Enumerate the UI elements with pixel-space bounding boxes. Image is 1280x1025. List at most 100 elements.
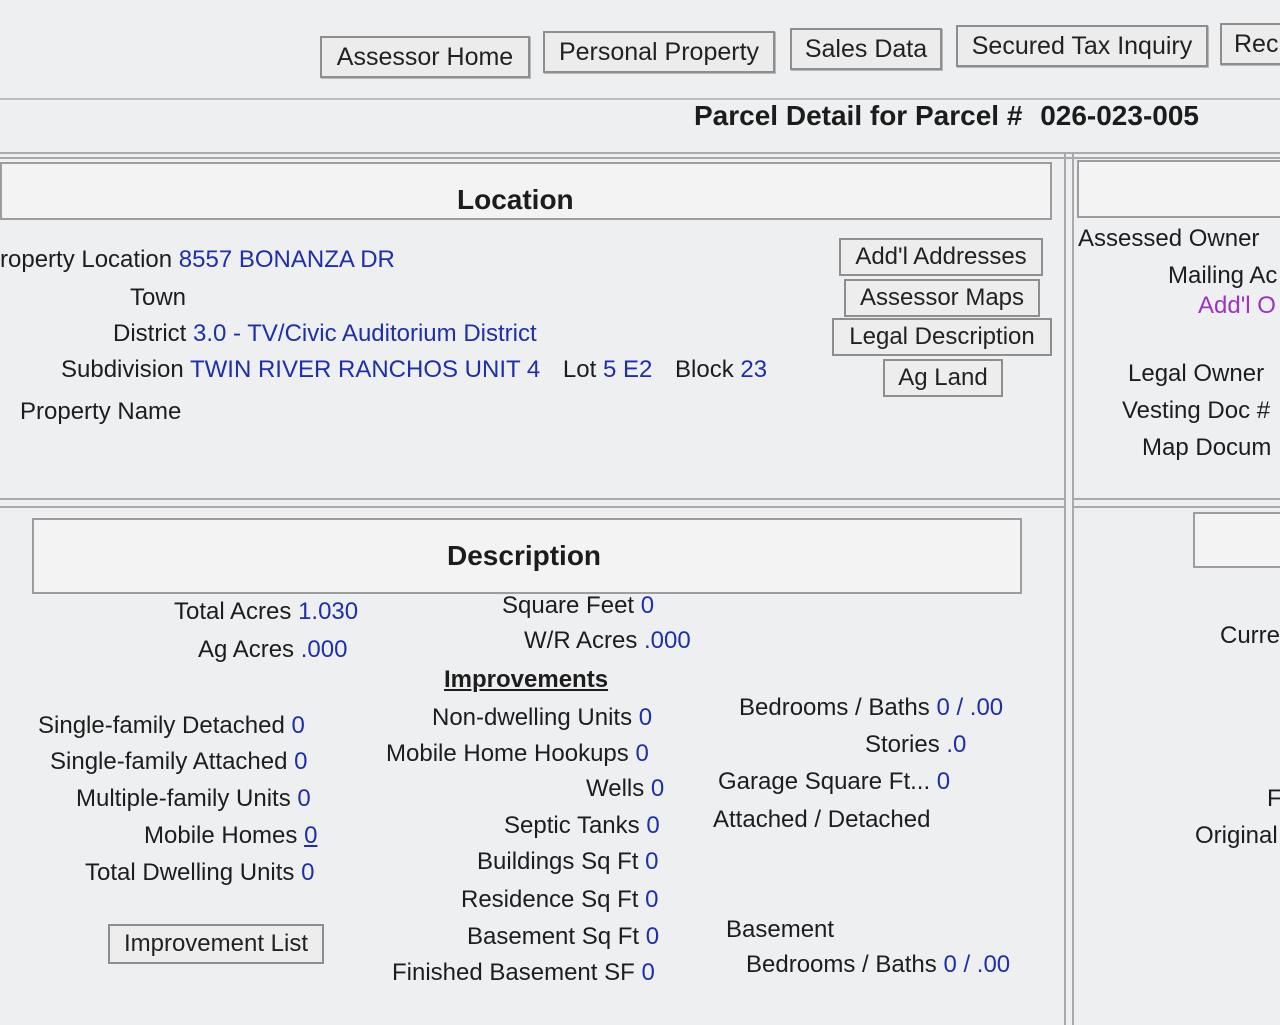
sf-detached-row: Single-family Detached 0 bbox=[38, 712, 305, 740]
residence-sqft-label: Residence Sq Ft bbox=[461, 886, 639, 913]
parcel-number: 026-023-005 bbox=[1040, 100, 1199, 131]
mobile-hookups-label: Mobile Home Hookups bbox=[386, 740, 629, 767]
basement-bed-bath-row: Bedrooms / Baths 0 / .00 bbox=[746, 951, 1010, 979]
basement-sqft-value: 0 bbox=[645, 923, 660, 950]
total-acres-value: 1.030 bbox=[298, 598, 359, 625]
property-name-label: Property Name bbox=[20, 398, 182, 425]
stories-value: .0 bbox=[946, 731, 967, 758]
block-label: Block bbox=[675, 356, 734, 383]
bed-bath-value: 0 / .00 bbox=[936, 694, 1004, 721]
district-row: District 3.0 - TV/Civic Auditorium Distr… bbox=[113, 320, 537, 348]
vesting-doc-label: Vesting Doc # bbox=[1122, 397, 1271, 424]
assessor-maps-button[interactable]: Assessor Maps bbox=[844, 279, 1040, 317]
wr-acres-row: W/R Acres .000 bbox=[524, 627, 691, 655]
legal-description-button[interactable]: Legal Description bbox=[832, 318, 1052, 356]
mobile-homes-label: Mobile Homes bbox=[144, 822, 298, 849]
square-feet-value: 0 bbox=[640, 592, 655, 619]
septic-value: 0 bbox=[646, 812, 660, 839]
addl-addresses-button[interactable]: Add'l Addresses bbox=[839, 238, 1043, 276]
mailing-address-label: Mailing Ac bbox=[1168, 262, 1278, 289]
residence-sqft-value: 0 bbox=[645, 886, 659, 913]
subdivision-label: Subdivision bbox=[61, 356, 184, 383]
improvement-list-button[interactable]: Improvement List bbox=[108, 924, 324, 964]
column-divider-2 bbox=[1072, 152, 1074, 1025]
lot-label: Lot bbox=[562, 356, 597, 383]
current-label: Curre bbox=[1220, 622, 1280, 649]
header-divider bbox=[0, 152, 1280, 154]
owner-header-box bbox=[1077, 160, 1280, 218]
bed-bath-row: Bedrooms / Baths 0 / .00 bbox=[739, 694, 1003, 722]
description-title: Description bbox=[447, 540, 602, 571]
sales-data-button[interactable]: Sales Data bbox=[790, 28, 942, 70]
location-bottom-divider-2 bbox=[0, 506, 1066, 508]
subdivision-value: TWIN RIVER RANCHOS UNIT 4 bbox=[189, 356, 541, 383]
basement-sqft-label: Basement Sq Ft bbox=[467, 923, 640, 950]
total-dwelling-label: Total Dwelling Units bbox=[85, 859, 295, 886]
buildings-sqft-value: 0 bbox=[645, 848, 659, 875]
stories-label: Stories bbox=[865, 731, 940, 758]
basement-label: Basement bbox=[726, 916, 835, 943]
sf-detached-label: Single-family Detached bbox=[38, 712, 285, 739]
mobile-hookups-row: Mobile Home Hookups 0 bbox=[386, 740, 649, 768]
legal-owner-label: Legal Owner bbox=[1128, 360, 1265, 387]
square-feet-row: Square Feet 0 bbox=[502, 592, 654, 620]
sf-attached-row: Single-family Attached 0 bbox=[50, 748, 308, 776]
sf-attached-label: Single-family Attached bbox=[50, 748, 288, 775]
wr-acres-label: W/R Acres bbox=[524, 627, 638, 654]
total-acres-label: Total Acres bbox=[174, 598, 292, 625]
personal-property-button[interactable]: Personal Property bbox=[543, 31, 775, 73]
multi-family-row: Multiple-family Units 0 bbox=[76, 785, 311, 813]
owner-bottom-divider bbox=[1072, 498, 1280, 500]
multi-family-label: Multiple-family Units bbox=[76, 785, 291, 812]
bed-bath-label: Bedrooms / Baths bbox=[739, 694, 930, 721]
original-label: Original bbox=[1195, 822, 1278, 849]
page-title-label: Parcel Detail for Parcel # bbox=[694, 100, 1023, 131]
owner-bottom-divider-2 bbox=[1072, 506, 1280, 508]
sf-detached-value: 0 bbox=[291, 712, 305, 739]
non-dwelling-label: Non-dwelling Units bbox=[432, 704, 633, 731]
subdivision-row: Subdivision TWIN RIVER RANCHOS UNIT 4 Lo… bbox=[61, 356, 767, 384]
finished-basement-label: Finished Basement SF bbox=[392, 959, 635, 986]
septic-row: Septic Tanks 0 bbox=[504, 812, 660, 840]
wells-label: Wells bbox=[586, 775, 645, 802]
assessor-home-button[interactable]: Assessor Home bbox=[320, 36, 530, 78]
finished-basement-value: 0 bbox=[641, 959, 655, 986]
location-title: Location bbox=[457, 184, 574, 215]
non-dwelling-value: 0 bbox=[638, 704, 653, 731]
total-acres-row: Total Acres 1.030 bbox=[174, 598, 358, 626]
town-label: Town bbox=[130, 284, 187, 311]
property-location-row: roperty Location 8557 BONANZA DR bbox=[0, 246, 395, 274]
multi-family-value: 0 bbox=[297, 785, 311, 812]
basement-bed-bath-value: 0 / .00 bbox=[943, 951, 1011, 978]
mobile-homes-link[interactable]: 0 bbox=[304, 822, 317, 849]
finished-basement-row: Finished Basement SF 0 bbox=[392, 959, 655, 987]
property-location-label: roperty Location bbox=[0, 246, 173, 273]
garage-label: Garage Square Ft... bbox=[718, 768, 931, 795]
lot-value: 5 E2 bbox=[602, 356, 653, 383]
sf-attached-value: 0 bbox=[294, 748, 308, 775]
district-value: 3.0 - TV/Civic Auditorium District bbox=[193, 320, 537, 347]
improvements-heading: Improvements bbox=[444, 666, 609, 693]
attached-detached-label: Attached / Detached bbox=[713, 806, 931, 833]
wells-row: Wells 0 bbox=[586, 775, 664, 803]
residence-sqft-row: Residence Sq Ft 0 bbox=[461, 886, 658, 914]
map-document-label: Map Docum bbox=[1142, 434, 1272, 461]
header-divider-2 bbox=[0, 157, 1280, 159]
garage-value: 0 bbox=[936, 768, 951, 795]
wells-value: 0 bbox=[650, 775, 665, 802]
page-title: Parcel Detail for Parcel # 026-023-005 bbox=[694, 100, 1199, 132]
ag-acres-row: Ag Acres .000 bbox=[198, 636, 347, 664]
secured-tax-inquiry-button[interactable]: Secured Tax Inquiry bbox=[956, 25, 1208, 67]
ag-acres-value: .000 bbox=[300, 636, 348, 663]
column-divider bbox=[1064, 152, 1066, 1025]
square-feet-label: Square Feet bbox=[502, 592, 635, 619]
stories-row: Stories .0 bbox=[865, 731, 966, 759]
ag-land-button[interactable]: Ag Land bbox=[883, 359, 1003, 397]
ag-acres-label: Ag Acres bbox=[198, 636, 295, 663]
mobile-hookups-value: 0 bbox=[635, 740, 649, 767]
recorder-button[interactable]: Rec bbox=[1220, 23, 1280, 65]
addl-owner-link[interactable]: Add'l O bbox=[1198, 292, 1276, 320]
basement-bed-bath-label: Bedrooms / Baths bbox=[746, 951, 937, 978]
total-dwelling-row: Total Dwelling Units 0 bbox=[85, 859, 314, 887]
garage-row: Garage Square Ft... 0 bbox=[718, 768, 950, 796]
